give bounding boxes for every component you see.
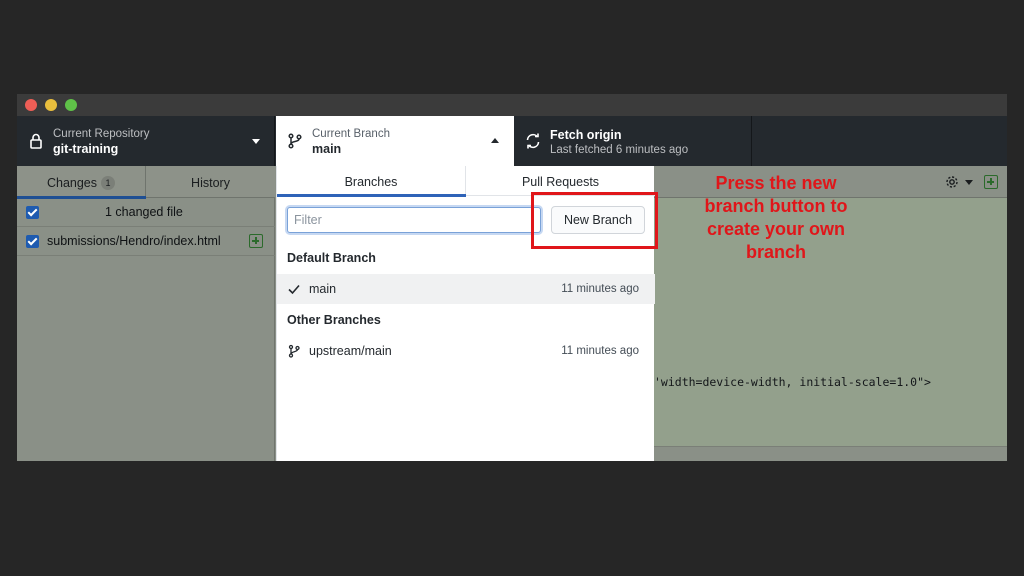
diff-code-line: 'width=device-width, initial-scale=1.0"> <box>654 375 931 389</box>
diff-footer <box>654 446 1007 461</box>
branch-name: upstream/main <box>309 344 392 358</box>
other-branches-header: Other Branches <box>287 313 381 327</box>
current-branch-value: main <box>312 142 342 156</box>
added-file-icon <box>249 234 263 248</box>
changes-sidebar: Changes 1 History 1 changed file submissi… <box>17 166 275 461</box>
changed-file-path: submissions/Hendro/index.html <box>47 234 221 248</box>
tab-history[interactable]: History <box>146 166 275 198</box>
close-window-button[interactable] <box>25 99 37 111</box>
fetch-origin-title: Fetch origin <box>550 128 622 142</box>
file-checkbox[interactable] <box>26 235 39 248</box>
zoom-window-button[interactable] <box>65 99 77 111</box>
current-repository-label: Current Repository <box>53 128 150 140</box>
tab-history-label: History <box>191 176 230 190</box>
title-bar <box>17 94 1007 116</box>
tab-changes-label: Changes <box>46 176 98 190</box>
annotation-highlight-box <box>531 192 658 249</box>
changed-files-header-row: 1 changed file <box>17 198 275 227</box>
current-repository-button[interactable]: Current Repository git-training <box>17 116 275 166</box>
branch-time: 11 minutes ago <box>561 283 639 295</box>
current-branch-button[interactable]: Current Branch main <box>276 116 514 166</box>
git-branch-icon <box>288 344 300 358</box>
lock-icon <box>30 133 42 149</box>
changes-count-badge: 1 <box>101 176 116 190</box>
sync-icon <box>526 133 540 149</box>
current-branch-label: Current Branch <box>312 128 390 140</box>
annotation-text: Press the new branch button to create yo… <box>704 173 848 262</box>
caret-down-icon <box>252 139 260 144</box>
select-all-checkbox[interactable] <box>26 206 39 219</box>
added-file-icon <box>984 175 998 189</box>
branch-item-upstream-main[interactable]: upstream/main 11 minutes ago <box>277 336 655 366</box>
checkmark-icon <box>288 284 300 295</box>
changed-file-row[interactable]: submissions/Hendro/index.html <box>17 227 275 256</box>
tab-branches[interactable]: Branches <box>277 166 466 197</box>
default-branch-header: Default Branch <box>287 251 376 265</box>
branch-item-main[interactable]: main 11 minutes ago <box>277 274 655 304</box>
tab-changes[interactable]: Changes 1 <box>17 166 146 199</box>
gear-icon[interactable] <box>944 174 960 190</box>
tab-branches-label: Branches <box>344 175 398 189</box>
branch-time: 11 minutes ago <box>561 345 639 357</box>
git-branch-icon <box>288 133 302 149</box>
last-fetched-text: Last fetched 6 minutes ago <box>550 144 689 156</box>
current-repository-value: git-training <box>53 142 119 156</box>
caret-down-icon[interactable] <box>965 180 973 185</box>
minimize-window-button[interactable] <box>45 99 57 111</box>
branch-name: main <box>309 282 337 296</box>
changed-files-summary: 1 changed file <box>105 205 183 219</box>
tab-pull-requests-label: Pull Requests <box>521 175 600 189</box>
sidebar-tabs: Changes 1 History <box>17 166 275 199</box>
app-window: Current Repository git-training Current … <box>17 94 1007 461</box>
toolbar: Current Repository git-training Current … <box>17 116 1007 166</box>
fetch-origin-button[interactable]: Fetch origin Last fetched 6 minutes ago <box>514 116 752 166</box>
branch-filter-input[interactable] <box>287 207 541 233</box>
caret-up-icon <box>491 138 499 143</box>
